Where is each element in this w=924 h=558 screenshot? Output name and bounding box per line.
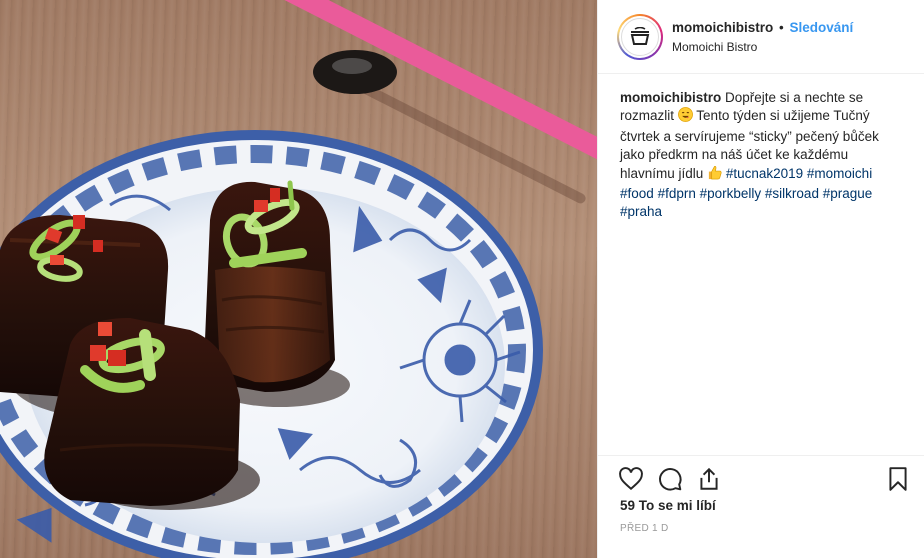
hashtag-link[interactable]: #fdprn — [658, 186, 696, 201]
hashtag-link[interactable]: #momoichi — [807, 166, 872, 181]
hashtag-link[interactable]: #tucnak2019 — [726, 166, 803, 181]
post-header: momoichibistro • Sledování Momoichi Bist… — [598, 0, 924, 74]
comment-icon[interactable] — [657, 466, 683, 492]
caption-username[interactable]: momoichibistro — [620, 90, 721, 105]
pork-belly-illustration — [0, 0, 597, 558]
hashtag-link[interactable]: #praha — [620, 204, 662, 219]
post-caption: momoichibistro Dopřejte si a nechte se r… — [620, 89, 904, 222]
share-icon[interactable] — [696, 466, 722, 492]
follow-button[interactable]: Sledování — [790, 20, 854, 35]
bookmark-icon[interactable] — [885, 466, 911, 492]
post-side-panel: momoichibistro • Sledování Momoichi Bist… — [597, 0, 924, 558]
basket-logo-icon — [621, 18, 659, 56]
post-photo[interactable] — [0, 0, 597, 558]
avatar[interactable] — [617, 14, 663, 60]
hashtag-link[interactable]: #porkbelly — [700, 186, 762, 201]
thumbs-up-emoji — [707, 165, 722, 185]
action-bar — [598, 455, 924, 495]
heart-icon[interactable] — [618, 466, 644, 492]
hashtag-link[interactable]: #prague — [823, 186, 873, 201]
separator-dot: • — [779, 20, 784, 35]
hashtag-link[interactable]: #silkroad — [765, 186, 819, 201]
location-link[interactable]: Momoichi Bistro — [672, 40, 853, 54]
hashtag-link[interactable]: #food — [620, 186, 654, 201]
yum-face-emoji — [677, 107, 693, 127]
post-timestamp[interactable]: PŘED 1 D — [620, 523, 669, 534]
likes-count[interactable]: 59 To se mi líbí — [620, 498, 716, 513]
header-username[interactable]: momoichibistro — [672, 20, 773, 35]
